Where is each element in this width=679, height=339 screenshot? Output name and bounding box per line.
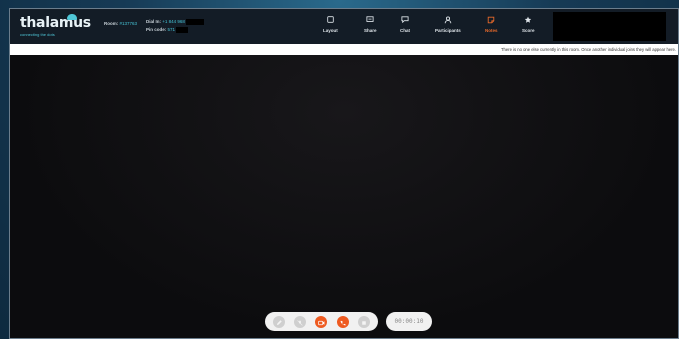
redacted-dial bbox=[186, 18, 205, 25]
nav-participants-label: Participants bbox=[435, 28, 461, 33]
nav-layout[interactable]: Layout bbox=[323, 15, 338, 41]
settings-icon bbox=[361, 313, 367, 331]
camera-button[interactable] bbox=[315, 313, 328, 331]
layout-icon bbox=[326, 15, 335, 24]
pin-value: 571 bbox=[167, 27, 176, 32]
call-timer: 00:00:10 bbox=[386, 312, 432, 331]
room-info: Room: #137763 bbox=[104, 21, 137, 26]
top-bar: thalamus connecting the dots Room: #1377… bbox=[10, 9, 678, 45]
nav-notes-label: Notes bbox=[485, 28, 498, 33]
settings-button[interactable] bbox=[358, 313, 371, 331]
chat-icon bbox=[401, 15, 410, 24]
nav-score[interactable]: Score bbox=[522, 15, 535, 41]
end-call-icon bbox=[340, 313, 346, 331]
share-icon bbox=[366, 15, 375, 24]
redacted-pin bbox=[176, 26, 189, 33]
room-id: #137763 bbox=[119, 21, 138, 26]
camera-icon bbox=[318, 313, 325, 331]
mute-mic-button[interactable] bbox=[294, 313, 307, 331]
participants-icon bbox=[443, 15, 452, 24]
nav-chat[interactable]: Chat bbox=[400, 15, 410, 41]
nav-share-label: Share bbox=[364, 28, 377, 33]
call-controls bbox=[265, 312, 378, 331]
notes-icon bbox=[487, 15, 496, 24]
notice-banner: There is no one else currently in this r… bbox=[10, 44, 678, 55]
room-label: Room: bbox=[104, 21, 119, 26]
logo-text: thalamus bbox=[20, 15, 91, 31]
nav-notes[interactable]: Notes bbox=[485, 15, 498, 41]
notice-text: There is no one else currently in this r… bbox=[500, 47, 676, 52]
video-call-window: thalamus connecting the dots Room: #1377… bbox=[9, 8, 679, 339]
dial-value: +1 844 968 bbox=[162, 19, 185, 24]
nav-score-label: Score bbox=[522, 28, 535, 33]
mute-mic-icon bbox=[297, 313, 303, 331]
dial-info: Dial In: +1 844 968 Pin code: 571 bbox=[146, 18, 205, 34]
dial-label: Dial In: bbox=[146, 19, 162, 24]
video-area bbox=[10, 55, 678, 338]
logo-tagline: connecting the dots bbox=[20, 32, 55, 37]
redacted-region bbox=[553, 12, 666, 41]
nav-participants[interactable]: Participants bbox=[435, 15, 461, 41]
cloud-icon bbox=[67, 14, 77, 20]
end-call-button[interactable] bbox=[336, 313, 349, 331]
score-icon bbox=[524, 15, 533, 24]
nav-chat-label: Chat bbox=[400, 28, 410, 33]
nav-layout-label: Layout bbox=[323, 28, 338, 33]
nav-share[interactable]: Share bbox=[364, 15, 377, 41]
edit-icon bbox=[276, 313, 282, 331]
pin-label: Pin code: bbox=[146, 27, 167, 32]
edit-button[interactable] bbox=[272, 313, 285, 331]
